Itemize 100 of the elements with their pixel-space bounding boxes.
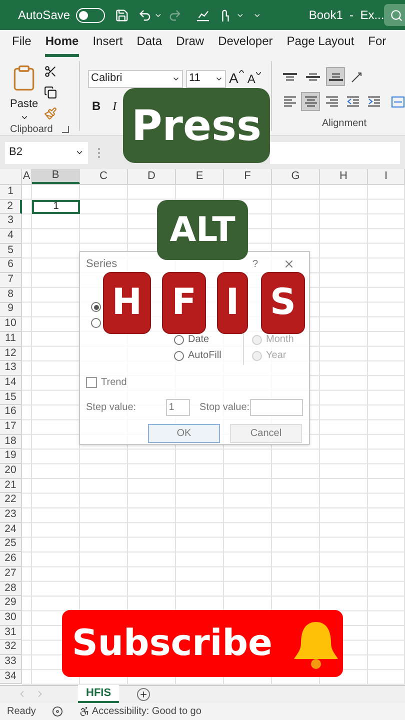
ok-button[interactable]: OK <box>148 424 220 443</box>
row-header[interactable]: 18 <box>0 434 22 450</box>
trend-checkbox[interactable] <box>86 377 97 388</box>
radio-button[interactable] <box>174 350 184 360</box>
row-header[interactable]: 3 <box>0 214 22 230</box>
ribbon-tab[interactable]: Developer <box>218 32 273 57</box>
row-header[interactable]: 34 <box>0 670 22 684</box>
column-header[interactable]: H <box>320 169 368 184</box>
row-header[interactable]: 26 <box>0 552 22 567</box>
sheet-tab[interactable]: HFIS <box>78 685 120 704</box>
row-header[interactable]: 30 <box>0 610 22 626</box>
save-icon[interactable] <box>115 8 130 22</box>
column-header[interactable]: D <box>128 169 176 184</box>
align-button[interactable] <box>301 92 320 111</box>
row-header[interactable]: 22 <box>0 493 22 508</box>
row-header[interactable]: 32 <box>0 640 22 655</box>
row-header[interactable]: 10 <box>0 317 22 332</box>
field-label: Step value: <box>86 401 138 415</box>
step-value-field[interactable]: 1 <box>166 399 190 416</box>
row-header[interactable]: 19 <box>0 449 22 464</box>
align-icon <box>324 96 338 107</box>
row-header[interactable]: 13 <box>0 361 22 376</box>
drag-handle-icon[interactable] <box>98 148 100 158</box>
row-header[interactable]: 16 <box>0 405 22 420</box>
row-header[interactable]: 28 <box>0 582 22 596</box>
ribbon-tab[interactable]: Draw <box>176 32 204 57</box>
radio-label: Month <box>266 333 294 347</box>
checkbox-label: Trend <box>101 376 127 390</box>
column-header[interactable]: E <box>176 169 224 184</box>
table-cell[interactable]: 1 <box>32 200 80 214</box>
row-header[interactable]: 27 <box>0 566 22 582</box>
row-header[interactable]: 21 <box>0 478 22 494</box>
launcher-icon[interactable] <box>62 126 69 132</box>
macro-record-icon[interactable] <box>52 706 63 717</box>
paste-button[interactable]: Paste <box>10 96 38 112</box>
row-header[interactable]: 25 <box>0 538 22 552</box>
bold-button[interactable]: B <box>92 97 101 115</box>
align-icon <box>282 72 296 80</box>
touch-icon[interactable] <box>219 8 230 22</box>
formula-field[interactable] <box>270 142 400 164</box>
align-button[interactable] <box>326 67 345 86</box>
row-header[interactable]: 6 <box>0 258 22 274</box>
row-header[interactable]: 7 <box>0 273 22 288</box>
column-header[interactable]: G <box>272 169 320 184</box>
key-caption: H <box>103 272 151 334</box>
row-header[interactable]: 15 <box>0 390 22 406</box>
key-caption: S <box>261 272 305 334</box>
ribbon-tab[interactable]: Data <box>136 32 162 57</box>
row-header[interactable]: 17 <box>0 420 22 435</box>
row-header[interactable]: 9 <box>0 302 22 318</box>
radio-button[interactable] <box>174 334 184 344</box>
stop-value-field[interactable] <box>250 399 304 416</box>
row-header[interactable]: 5 <box>0 244 22 258</box>
help-button[interactable]: ? <box>252 256 258 272</box>
row-header[interactable]: 31 <box>0 626 22 640</box>
row-header[interactable]: 29 <box>0 596 22 611</box>
accessibility-status[interactable]: Accessibility: Good to go <box>92 704 202 719</box>
font-name-field[interactable]: Calibri <box>88 70 183 88</box>
row-header[interactable]: 4 <box>0 229 22 244</box>
radio-label: Date <box>188 333 210 347</box>
row-header[interactable]: 11 <box>0 332 22 347</box>
row-header[interactable]: 33 <box>0 655 22 670</box>
column-header[interactable]: I <box>368 169 405 184</box>
row-header[interactable]: 24 <box>0 522 22 538</box>
accessibility-icon[interactable] <box>78 706 90 717</box>
row-header[interactable]: 2 <box>0 200 22 214</box>
add-sheet-icon[interactable] <box>137 688 150 701</box>
row-header[interactable]: 12 <box>0 346 22 362</box>
cut-icon[interactable] <box>44 65 58 78</box>
cancel-button[interactable]: Cancel <box>230 424 302 443</box>
italic-button[interactable]: I <box>112 97 117 115</box>
ribbon-tab[interactable]: File <box>12 32 32 57</box>
row-header[interactable]: 14 <box>0 376 22 391</box>
column-header[interactable]: F <box>224 169 272 184</box>
align-icon <box>306 72 320 80</box>
press-caption: Press <box>123 88 270 163</box>
shrink-font-button[interactable]: A <box>247 70 262 88</box>
chart-icon[interactable] <box>196 8 210 22</box>
format-painter-icon[interactable] <box>44 107 58 120</box>
font-size-field[interactable]: 11 <box>186 70 226 88</box>
merge-icon[interactable] <box>391 94 405 108</box>
ribbon-tab[interactable]: Page Layout <box>286 32 354 57</box>
grow-font-button[interactable]: A <box>229 68 244 89</box>
ribbon-tab[interactable]: Insert <box>92 32 123 57</box>
row-header[interactable]: 20 <box>0 464 22 479</box>
undo-icon[interactable] <box>138 8 152 22</box>
column-header[interactable]: C <box>80 169 128 184</box>
row-header[interactable]: 23 <box>0 508 22 523</box>
column-header[interactable]: B <box>32 169 80 184</box>
close-icon[interactable] <box>283 258 295 270</box>
search-field[interactable] <box>384 4 405 26</box>
radio-button[interactable] <box>91 318 101 328</box>
copy-icon[interactable] <box>44 86 58 99</box>
row-header[interactable]: 1 <box>0 185 22 200</box>
radio-button[interactable] <box>91 302 101 312</box>
row-header[interactable]: 8 <box>0 288 22 302</box>
search-icon[interactable] <box>390 8 404 22</box>
ribbon-tab[interactable]: For <box>368 32 386 57</box>
autosave-toggle[interactable] <box>76 8 106 22</box>
name-box[interactable]: B2 <box>5 142 88 164</box>
